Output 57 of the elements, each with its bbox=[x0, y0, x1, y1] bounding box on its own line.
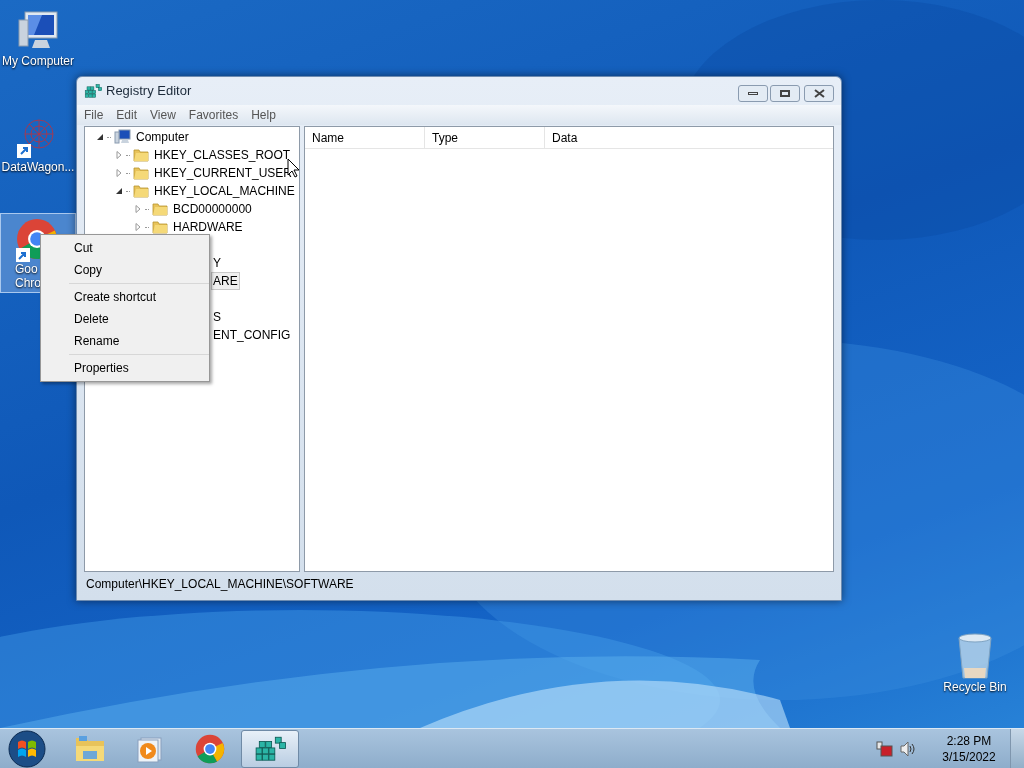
folder-icon bbox=[133, 147, 149, 163]
menu-item[interactable]: Create shortcut bbox=[69, 286, 209, 308]
menu-item[interactable]: Properties bbox=[69, 357, 209, 379]
tree-item[interactable]: HKEY_CLASSES_ROOT bbox=[154, 146, 291, 164]
tree-item[interactable]: BCD00000000 bbox=[173, 200, 252, 218]
collapsed-arrow-icon[interactable] bbox=[115, 151, 123, 159]
menu-item[interactable]: View bbox=[150, 106, 176, 124]
status-text: Computer\HKEY_LOCAL_MACHINE\SOFTWARE bbox=[85, 576, 355, 592]
column-header[interactable]: Type bbox=[425, 127, 545, 148]
clock-time: 2:28 PM bbox=[946, 732, 992, 749]
folder-icon bbox=[74, 733, 106, 764]
tree-item[interactable]: HARDWARE bbox=[173, 218, 243, 236]
tree-item[interactable]: S bbox=[211, 308, 223, 326]
maximize-button[interactable] bbox=[770, 85, 800, 102]
tree-item[interactable]: ARE bbox=[211, 272, 240, 290]
cubes-icon bbox=[84, 82, 102, 100]
menu-item[interactable]: Cut bbox=[41, 237, 209, 259]
menu-item[interactable]: Rename bbox=[69, 330, 209, 352]
collapsed-arrow-icon[interactable] bbox=[134, 205, 142, 213]
folder-icon bbox=[152, 219, 168, 235]
column-header[interactable]: Name bbox=[305, 127, 425, 148]
chrome-icon bbox=[195, 733, 225, 764]
menu-item[interactable]: Edit bbox=[116, 106, 138, 124]
close-icon bbox=[813, 89, 825, 98]
recycle-bin-icon bbox=[955, 632, 995, 680]
close-button[interactable] bbox=[804, 85, 834, 102]
folder-icon bbox=[133, 183, 149, 199]
icon-label[interactable]: Chro bbox=[15, 276, 41, 290]
tree-item[interactable]: ENT_CONFIG bbox=[211, 326, 293, 344]
column-header[interactable]: Data bbox=[545, 127, 833, 148]
menu-item[interactable]: Copy bbox=[41, 259, 209, 281]
menu-item[interactable]: Favorites bbox=[188, 106, 239, 124]
expanded-arrow-icon[interactable] bbox=[96, 133, 104, 141]
tree-item[interactable]: Y bbox=[211, 254, 223, 272]
collapsed-arrow-icon[interactable] bbox=[115, 169, 123, 177]
tree-item[interactable]: Computer bbox=[136, 128, 189, 146]
menu-item[interactable]: Delete bbox=[69, 308, 209, 330]
folder-icon bbox=[152, 201, 168, 217]
icon-label[interactable]: DataWagon... bbox=[1, 160, 75, 174]
clock-date: 3/15/2022 bbox=[942, 748, 996, 765]
minimize-button[interactable] bbox=[738, 85, 768, 102]
tree-item[interactable]: HKEY_LOCAL_MACHINE bbox=[154, 182, 295, 200]
icon-label[interactable]: Goo bbox=[15, 262, 38, 276]
icon-label[interactable]: My Computer bbox=[2, 54, 74, 68]
collapsed-arrow-icon[interactable] bbox=[134, 223, 142, 231]
speaker-icon[interactable] bbox=[900, 740, 916, 757]
menu-item[interactable]: Help bbox=[251, 106, 276, 124]
folder-icon bbox=[133, 165, 149, 181]
menu-item[interactable]: File bbox=[84, 106, 104, 124]
taskbar-button[interactable] bbox=[241, 729, 299, 768]
start-button[interactable] bbox=[8, 729, 46, 768]
network-icon[interactable] bbox=[876, 740, 894, 757]
window-title: Registry Editor bbox=[106, 82, 192, 101]
tree-item[interactable]: HKEY_CURRENT_USER bbox=[154, 164, 293, 182]
expanded-arrow-icon[interactable] bbox=[115, 187, 123, 195]
icon-label[interactable]: Recycle Bin bbox=[943, 680, 1007, 694]
computer-icon bbox=[114, 129, 131, 145]
